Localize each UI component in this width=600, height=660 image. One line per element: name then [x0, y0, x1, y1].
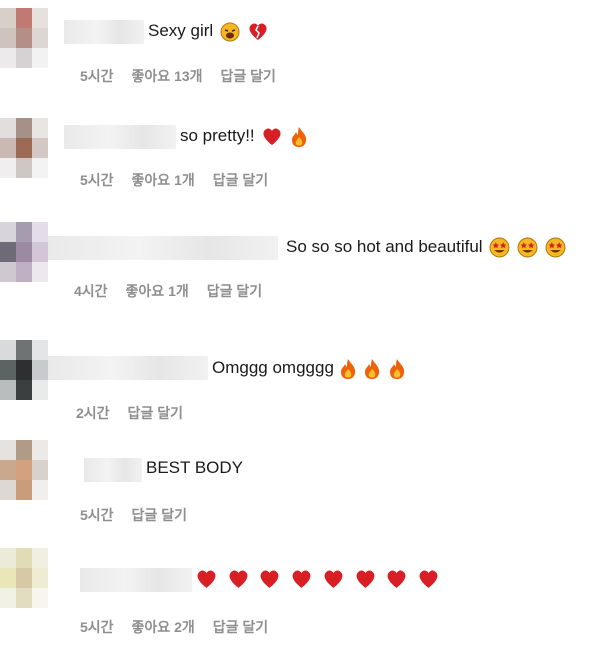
comment-time: 2시간 [76, 405, 110, 421]
heart-emoji-icon [263, 127, 281, 145]
comment-time: 5시간 [80, 507, 114, 523]
reply-button[interactable]: 답글 달기 [213, 619, 268, 635]
likes-count[interactable]: 좋아요 1개 [126, 283, 189, 299]
heart-emoji-icon [419, 570, 438, 588]
username-blurred[interactable] [84, 458, 142, 482]
fire-emoji-icon [365, 358, 380, 379]
heart-emoji-icon [261, 570, 279, 588]
username-blurred[interactable] [48, 236, 278, 260]
fire-emoji-icon [292, 126, 307, 147]
avatar[interactable] [0, 222, 48, 282]
avatar[interactable] [0, 548, 48, 608]
star-eyes-emoji-icon [489, 237, 510, 258]
heart-emoji-icon [324, 570, 343, 588]
heart-emoji-icon [387, 570, 406, 588]
avatar[interactable] [0, 340, 48, 400]
broken-heart-emoji-icon [249, 22, 267, 40]
reply-button[interactable]: 답글 달기 [213, 172, 268, 188]
likes-count[interactable]: 좋아요 13개 [132, 68, 203, 84]
comment-text [192, 568, 441, 590]
likes-count[interactable]: 좋아요 2개 [132, 619, 195, 635]
avatar[interactable] [0, 440, 48, 500]
comment-meta: 5시간 답글 달기 [80, 505, 205, 525]
star-eyes-emoji-icon [545, 237, 566, 258]
comment-text: so pretty!! [180, 125, 308, 148]
fire-emoji-icon [390, 358, 405, 379]
comment-time: 5시간 [80, 172, 114, 188]
star-eyes-emoji-icon [517, 237, 538, 258]
fire-emoji-icon [340, 358, 355, 379]
heart-emoji-icon [292, 570, 311, 588]
comment-time: 5시간 [80, 68, 114, 84]
comment-meta: 5시간 좋아요 1개 답글 달기 [80, 170, 286, 190]
tired-face-emoji-icon [220, 22, 240, 42]
reply-button[interactable]: 답글 달기 [221, 68, 276, 84]
avatar[interactable] [0, 118, 48, 178]
comment-time: 5시간 [80, 619, 114, 635]
username-blurred[interactable] [64, 20, 144, 44]
reply-button[interactable]: 답글 달기 [128, 405, 183, 421]
username-blurred[interactable] [64, 125, 176, 149]
comment-meta: 2시간 답글 달기 [76, 403, 201, 423]
reply-button[interactable]: 답글 달기 [132, 507, 187, 523]
heart-emoji-icon [197, 570, 216, 588]
comment-text: Omggg omgggg [212, 357, 406, 380]
comment-meta: 5시간 좋아요 2개 답글 달기 [80, 617, 286, 637]
comment-meta: 4시간 좋아요 1개 답글 달기 [74, 281, 280, 301]
avatar[interactable] [0, 8, 48, 68]
comment-text: Sexy girl [148, 20, 269, 42]
heart-emoji-icon [229, 570, 248, 588]
reply-button[interactable]: 답글 달기 [207, 283, 262, 299]
likes-count[interactable]: 좋아요 1개 [132, 172, 195, 188]
username-blurred[interactable] [80, 568, 192, 592]
comment-time: 4시간 [74, 283, 108, 299]
username-blurred[interactable] [48, 356, 208, 380]
comment-text: So so so hot and beautiful [286, 236, 566, 258]
comment-meta: 5시간 좋아요 13개 답글 달기 [80, 66, 294, 86]
comment-text: BEST BODY [146, 458, 243, 477]
heart-emoji-icon [356, 570, 375, 588]
